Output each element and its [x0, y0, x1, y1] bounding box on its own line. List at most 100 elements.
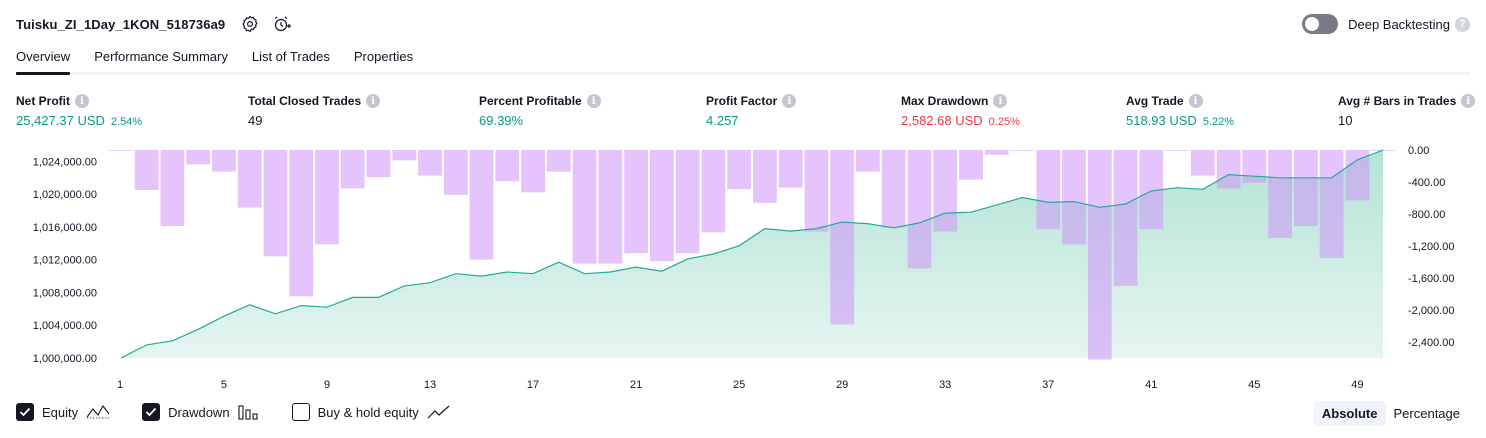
- drawdown-tick-label: -1,600.00: [1408, 273, 1454, 285]
- drawdown-bar: [289, 150, 314, 297]
- metric-label: Profit Factor: [706, 94, 778, 108]
- drawdown-bar: [109, 150, 133, 151]
- drawdown-bar: [1036, 150, 1061, 230]
- drawdown-bars-icon: [238, 404, 260, 420]
- metric-profit-factor: Profit Factor i 4.257: [706, 93, 797, 128]
- info-icon[interactable]: i: [993, 94, 1008, 108]
- drawdown-bar: [495, 150, 520, 182]
- drawdown-bar: [881, 150, 906, 228]
- metric-label: Avg Trade: [1126, 94, 1184, 108]
- drawdown-tick-label: -2,000.00: [1408, 305, 1454, 317]
- drawdown-bar: [1113, 150, 1138, 286]
- equity-tick-label: 1,012,000.00: [33, 255, 97, 267]
- trade-number-tick-label: 45: [1248, 379, 1260, 391]
- drawdown-bar: [521, 150, 545, 193]
- trade-number-axis: 1 5 9 13 17 21 25 29 33 37 41 45 49: [117, 379, 1364, 391]
- equity-drawdown-chart[interactable]: 1,000,000.00 1,004,000.00 1,008,000.00 1,01…: [0, 140, 1486, 395]
- trade-number-tick-label: 21: [630, 379, 642, 391]
- legend-buy-hold[interactable]: Buy & hold equity: [291, 403, 451, 421]
- equity-line-icon: [86, 404, 110, 420]
- legend-drawdown[interactable]: Drawdown: [142, 403, 259, 421]
- info-icon[interactable]: i: [1461, 94, 1476, 108]
- info-icon[interactable]: i: [586, 94, 601, 108]
- drawdown-bar: [1062, 150, 1086, 245]
- trade-number-tick-label: 37: [1042, 379, 1054, 391]
- equity-axis: 1,000,000.00 1,004,000.00 1,008,000.00 1,01…: [33, 157, 97, 366]
- drawdown-tick-label: -1,200.00: [1408, 241, 1454, 253]
- help-icon[interactable]: ?: [1455, 16, 1470, 32]
- metric-value: 69.39%: [479, 113, 524, 128]
- info-icon[interactable]: i: [1188, 94, 1203, 108]
- equity-tick-label: 1,024,000.00: [33, 157, 97, 169]
- drawdown-bar: [727, 150, 751, 190]
- info-icon[interactable]: i: [782, 94, 797, 108]
- drawdown-bar: [624, 150, 648, 254]
- trade-number-tick-label: 17: [527, 379, 539, 391]
- metric-value: 10: [1338, 113, 1353, 128]
- equity-checkbox[interactable]: [16, 403, 34, 421]
- info-icon[interactable]: i: [75, 94, 89, 108]
- drawdown-bar: [984, 150, 1009, 155]
- drawdown-checkbox[interactable]: [142, 403, 161, 421]
- legend-label: Drawdown: [168, 404, 230, 420]
- equity-tick-label: 1,016,000.00: [33, 222, 97, 234]
- trade-number-tick-label: 25: [733, 379, 745, 391]
- add-alert-icon[interactable]: [271, 13, 293, 35]
- metric-label: Net Profit: [16, 94, 70, 108]
- drawdown-bar: [315, 150, 339, 245]
- drawdown-bar: [186, 150, 211, 165]
- legend-equity[interactable]: Equity: [16, 403, 110, 421]
- drawdown-bar: [1319, 150, 1344, 258]
- drawdown-bar: [830, 150, 855, 325]
- strategy-name: Tuisku_ZI_1Day_1KON_518736a9: [16, 16, 226, 32]
- deep-backtesting-toggle[interactable]: [1302, 14, 1339, 34]
- drawdown-bar: [933, 150, 958, 232]
- trade-number-tick-label: 29: [836, 379, 848, 391]
- drawdown-bar: [212, 150, 236, 172]
- equity-tick-label: 1,004,000.00: [33, 320, 97, 332]
- tab-performance-summary[interactable]: Performance Summary: [94, 46, 228, 72]
- legend-label: Equity: [42, 404, 79, 420]
- drawdown-bar: [340, 150, 365, 189]
- settings-icon[interactable]: [239, 13, 261, 35]
- strategy-header: Tuisku_ZI_1Day_1KON_518736a9: [16, 12, 293, 36]
- metric-percent: 5.22%: [1202, 116, 1235, 128]
- drawdown-bar: [134, 150, 159, 190]
- info-icon[interactable]: i: [366, 94, 381, 108]
- tab-list-of-trades[interactable]: List of Trades: [252, 46, 330, 72]
- deep-backtesting-label: Deep Backtesting: [1348, 16, 1450, 32]
- metric-label: Total Closed Trades: [248, 94, 362, 108]
- trade-number-tick-label: 13: [424, 379, 436, 391]
- trade-number-tick-label: 41: [1145, 379, 1157, 391]
- drawdown-bar: [701, 150, 726, 233]
- drawdown-bar: [650, 150, 674, 262]
- toggle-knob: [1305, 17, 1320, 31]
- metric-label: Percent Profitable: [479, 94, 582, 108]
- drawdown-bar: [1010, 150, 1035, 151]
- trade-number-tick-label: 1: [117, 379, 123, 391]
- tab-overview[interactable]: Overview: [16, 46, 71, 75]
- equity-tick-label: 1,008,000.00: [33, 288, 97, 300]
- drawdown-tick-label: -2,400.00: [1408, 337, 1454, 349]
- drawdown-bar: [1242, 150, 1267, 183]
- metric-label: Max Drawdown: [901, 94, 989, 108]
- absolute-button[interactable]: Absolute: [1313, 401, 1386, 426]
- drawdown-bar: [443, 150, 468, 195]
- drawdown-bar: [856, 150, 880, 172]
- tab-properties[interactable]: Properties: [354, 46, 413, 72]
- drawdown-bar: [1165, 150, 1189, 151]
- drawdown-bar: [907, 150, 932, 269]
- drawdown-bar: [546, 150, 571, 172]
- view-mode-switch: Absolute Percentage: [1313, 401, 1469, 426]
- percentage-button[interactable]: Percentage: [1386, 401, 1469, 426]
- metric-value: 25,427.37 USD: [16, 113, 105, 128]
- metric-percent: 0.25%: [988, 116, 1020, 128]
- drawdown-bar: [598, 150, 623, 264]
- drawdown-bar: [160, 150, 185, 226]
- metric-total-closed-trades: Total Closed Trades i 49: [248, 93, 381, 128]
- drawdown-bar: [237, 150, 262, 208]
- drawdown-bar: [1268, 150, 1292, 238]
- buy-hold-checkbox[interactable]: [291, 403, 310, 421]
- drawdown-bar: [1216, 150, 1241, 189]
- metric-avg-trade: Avg Trade i 518.93 USD 5.22%: [1126, 93, 1234, 128]
